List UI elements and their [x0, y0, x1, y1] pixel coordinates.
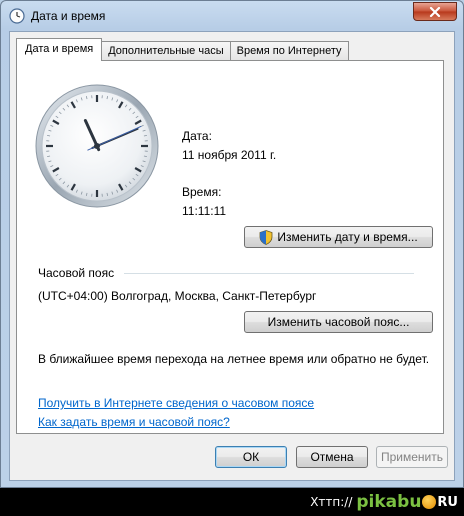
- timezone-value: (UTC+04:00) Волгоград, Москва, Санкт-Пет…: [38, 289, 317, 303]
- tab-panel-date-time: Дата: 11 ноября 2011 г. Время: 11:11:11 …: [16, 60, 444, 434]
- watermark-logo-icon: [422, 495, 437, 509]
- time-label: Время:: [182, 185, 222, 199]
- tab-strip: Дата и время Дополнительные часы Время п…: [16, 38, 349, 61]
- change-timezone-button[interactable]: Изменить часовой пояс...: [244, 311, 433, 333]
- close-button[interactable]: [413, 2, 457, 21]
- clock-center: [94, 143, 100, 149]
- date-value: 11 ноября 2011 г.: [182, 148, 277, 162]
- change-date-time-label: Изменить дату и время...: [277, 230, 418, 244]
- how-to-set-time-link[interactable]: Как задать время и часовой пояс?: [38, 415, 230, 429]
- watermark-prefix: Xттп://: [310, 495, 353, 509]
- time-value: 11:11:11: [182, 204, 227, 218]
- analog-clock: [35, 84, 159, 208]
- cancel-label: Отмена: [310, 450, 354, 464]
- change-date-time-button[interactable]: Изменить дату и время...: [244, 226, 433, 248]
- clock-icon: [9, 8, 25, 24]
- tab-date-time[interactable]: Дата и время: [16, 38, 103, 61]
- online-timezone-info-link[interactable]: Получить в Интернете сведения о часовом …: [38, 396, 314, 410]
- ok-button[interactable]: ОК: [215, 446, 287, 468]
- timezone-header: Часовой пояс: [38, 266, 115, 280]
- ok-label: ОК: [242, 450, 260, 464]
- title-bar[interactable]: Дата и время: [1, 1, 463, 31]
- watermark-brand: pikabu: [356, 492, 422, 512]
- dst-note: В ближайшее время перехода на летнее вре…: [38, 352, 430, 366]
- cancel-button[interactable]: Отмена: [296, 446, 368, 468]
- uac-shield-icon: [259, 229, 273, 245]
- watermark: Xттп:// pikabu RU: [310, 492, 458, 512]
- apply-label: Применить: [380, 450, 443, 464]
- watermark-tld: RU: [437, 494, 458, 510]
- date-label: Дата:: [182, 129, 212, 143]
- apply-button[interactable]: Применить: [376, 446, 448, 468]
- tab-internet-time[interactable]: Время по Интернету: [229, 41, 349, 61]
- date-time-dialog: Дата и время Дата и время Дополнительные…: [0, 0, 464, 488]
- tab-additional-clocks[interactable]: Дополнительные часы: [101, 41, 231, 61]
- bottom-strip: Xттп:// pikabu RU: [0, 488, 464, 516]
- dialog-client-area: Дата и время Дополнительные часы Время п…: [9, 31, 455, 481]
- change-timezone-label: Изменить часовой пояс...: [267, 315, 410, 329]
- timezone-divider: [124, 273, 414, 274]
- close-icon: [429, 6, 441, 17]
- window-title: Дата и время: [31, 9, 106, 23]
